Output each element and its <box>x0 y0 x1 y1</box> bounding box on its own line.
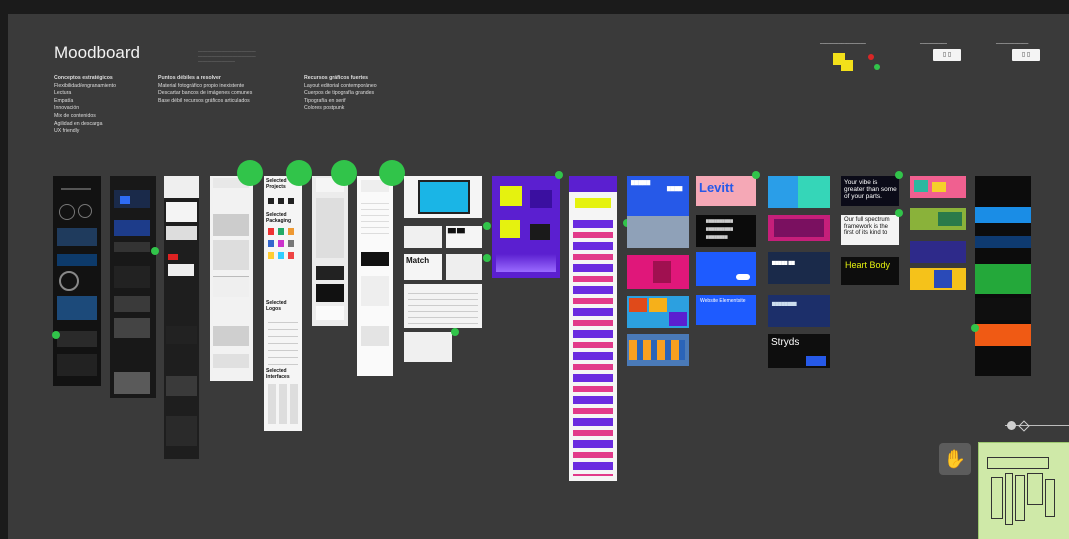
comment-marker[interactable] <box>483 222 491 230</box>
image-tile[interactable] <box>492 176 560 278</box>
image-strip[interactable] <box>569 176 617 481</box>
comment-marker[interactable] <box>237 160 263 186</box>
comment-marker[interactable] <box>483 254 491 262</box>
image-tile[interactable] <box>696 252 756 286</box>
image-tile[interactable] <box>404 226 442 248</box>
image-tile[interactable] <box>768 176 830 208</box>
comment-marker[interactable] <box>555 171 563 179</box>
legend-swatch-box-1: ▯ ▯ <box>933 49 961 61</box>
hand-icon[interactable]: ✋ <box>939 443 971 475</box>
concept-column-strategic: Conceptos estratégicos Flexibilidad/engr… <box>54 75 116 135</box>
comment-marker[interactable] <box>379 160 405 186</box>
image-strip[interactable] <box>110 176 156 398</box>
image-tile[interactable]: ▇▇▇▇▇▇▇▇ <box>768 295 830 327</box>
image-strip[interactable]: Selected Projects Selected Packaging Sel… <box>264 176 302 431</box>
image-strip[interactable] <box>53 176 101 386</box>
full-spectrum-text: Our full spectrum framework is the first… <box>844 217 890 236</box>
legend-label-2: ▁▁▁▁▁▁▁▁▁▁ <box>920 40 947 44</box>
heart-body-text: Heart Body <box>845 260 891 270</box>
image-tile[interactable] <box>768 215 830 241</box>
zoom-slider-knob[interactable] <box>1007 421 1016 430</box>
image-tile[interactable]: Match <box>404 254 442 280</box>
comment-marker[interactable] <box>52 331 60 339</box>
image-strip[interactable] <box>975 176 1031 376</box>
legend-swatch-box-2: ▯ ▯ <box>1012 49 1040 61</box>
image-tile[interactable]: Heart Body <box>841 257 899 285</box>
comment-marker[interactable] <box>331 160 357 186</box>
your-vibe-text: Your vibe is greater than some of your p… <box>844 179 897 200</box>
sticky-note[interactable] <box>841 60 853 71</box>
red-dot-marker <box>868 54 874 60</box>
image-tile[interactable] <box>404 332 452 362</box>
image-tile[interactable] <box>627 334 689 366</box>
levitt-label: Levitt <box>699 180 734 195</box>
image-tile[interactable] <box>910 176 966 198</box>
board-title: Moodboard <box>54 43 141 62</box>
green-dot-marker <box>874 64 880 70</box>
match-label: Match <box>406 256 430 265</box>
image-tile[interactable] <box>627 216 689 248</box>
comment-marker[interactable] <box>286 160 312 186</box>
selected-interfaces-label: Selected Interfaces <box>266 368 290 380</box>
image-tile[interactable] <box>446 254 482 280</box>
image-tile[interactable]: Your vibe is greater than some of your p… <box>841 176 899 206</box>
stryds-label: Stryds <box>771 337 800 348</box>
whiteboard-canvas[interactable]: Moodboard ▁▁▁▁▁▁▁▁▁▁▁▁▁▁▁▁▁▁▁▁▁▁▁▁▁ ▁▁▁▁▁… <box>8 14 1069 539</box>
comment-marker[interactable] <box>752 171 760 179</box>
image-tile[interactable]: Stryds <box>768 334 830 368</box>
image-tile[interactable]: ▇▇▇▇▇ ▇▇ <box>768 252 830 284</box>
image-tile[interactable]: Levitt <box>696 176 756 206</box>
image-tile[interactable] <box>910 268 966 290</box>
comment-marker[interactable] <box>895 209 903 217</box>
image-tile[interactable]: ▇▇ ▇▇ <box>446 226 482 248</box>
image-strip[interactable] <box>357 176 393 376</box>
comment-marker[interactable] <box>895 171 903 179</box>
board-description-placeholder: ▁▁▁▁▁▁▁▁▁▁▁▁▁▁▁▁▁▁▁▁▁▁▁▁▁ ▁▁▁▁▁▁▁▁▁▁▁▁▁▁▁… <box>198 48 256 62</box>
image-tile[interactable] <box>910 241 966 263</box>
image-tile[interactable] <box>627 296 689 328</box>
image-tile[interactable] <box>404 176 482 218</box>
image-tile[interactable] <box>404 284 482 328</box>
image-tile[interactable] <box>627 255 689 289</box>
comment-marker[interactable] <box>451 328 459 336</box>
image-strip[interactable] <box>164 176 199 459</box>
comment-marker[interactable] <box>151 247 159 255</box>
image-strip[interactable] <box>312 176 348 326</box>
image-tile[interactable]: ▇▇▇▇▇ ▇▇▇▇ <box>627 176 689 216</box>
selected-logos-label: Selected Logos <box>266 300 287 312</box>
comment-marker[interactable] <box>971 324 979 332</box>
image-tile[interactable]: Our full spectrum framework is the first… <box>841 215 899 245</box>
image-tile[interactable]: Website Elementsite <box>696 295 756 325</box>
website-label: Website Elementsite <box>700 298 746 304</box>
legend-label-3: ▁▁▁▁▁▁▁▁▁▁▁▁ <box>996 40 1029 44</box>
zoom-diamond-icon[interactable] <box>1018 420 1030 432</box>
image-tile[interactable] <box>910 208 966 230</box>
concept-column-weak-points: Puntos débiles a resolver Material fotog… <box>158 75 253 104</box>
selected-packaging-label: Selected Packaging <box>266 212 292 224</box>
legend-label-1: ▁▁▁▁▁▁▁▁▁▁▁▁▁▁▁▁▁ <box>820 40 866 44</box>
image-strip[interactable] <box>210 176 253 381</box>
concept-column-graphic-resources: Recursos gráficos fuertes Layout editori… <box>304 75 377 112</box>
image-tile[interactable]: ▇▇▇▇▇▇▇▇▇▇ ▇▇▇▇▇▇▇▇▇▇ ▇▇▇▇▇▇▇▇ <box>696 215 756 247</box>
minimap-icon[interactable] <box>978 442 1069 539</box>
